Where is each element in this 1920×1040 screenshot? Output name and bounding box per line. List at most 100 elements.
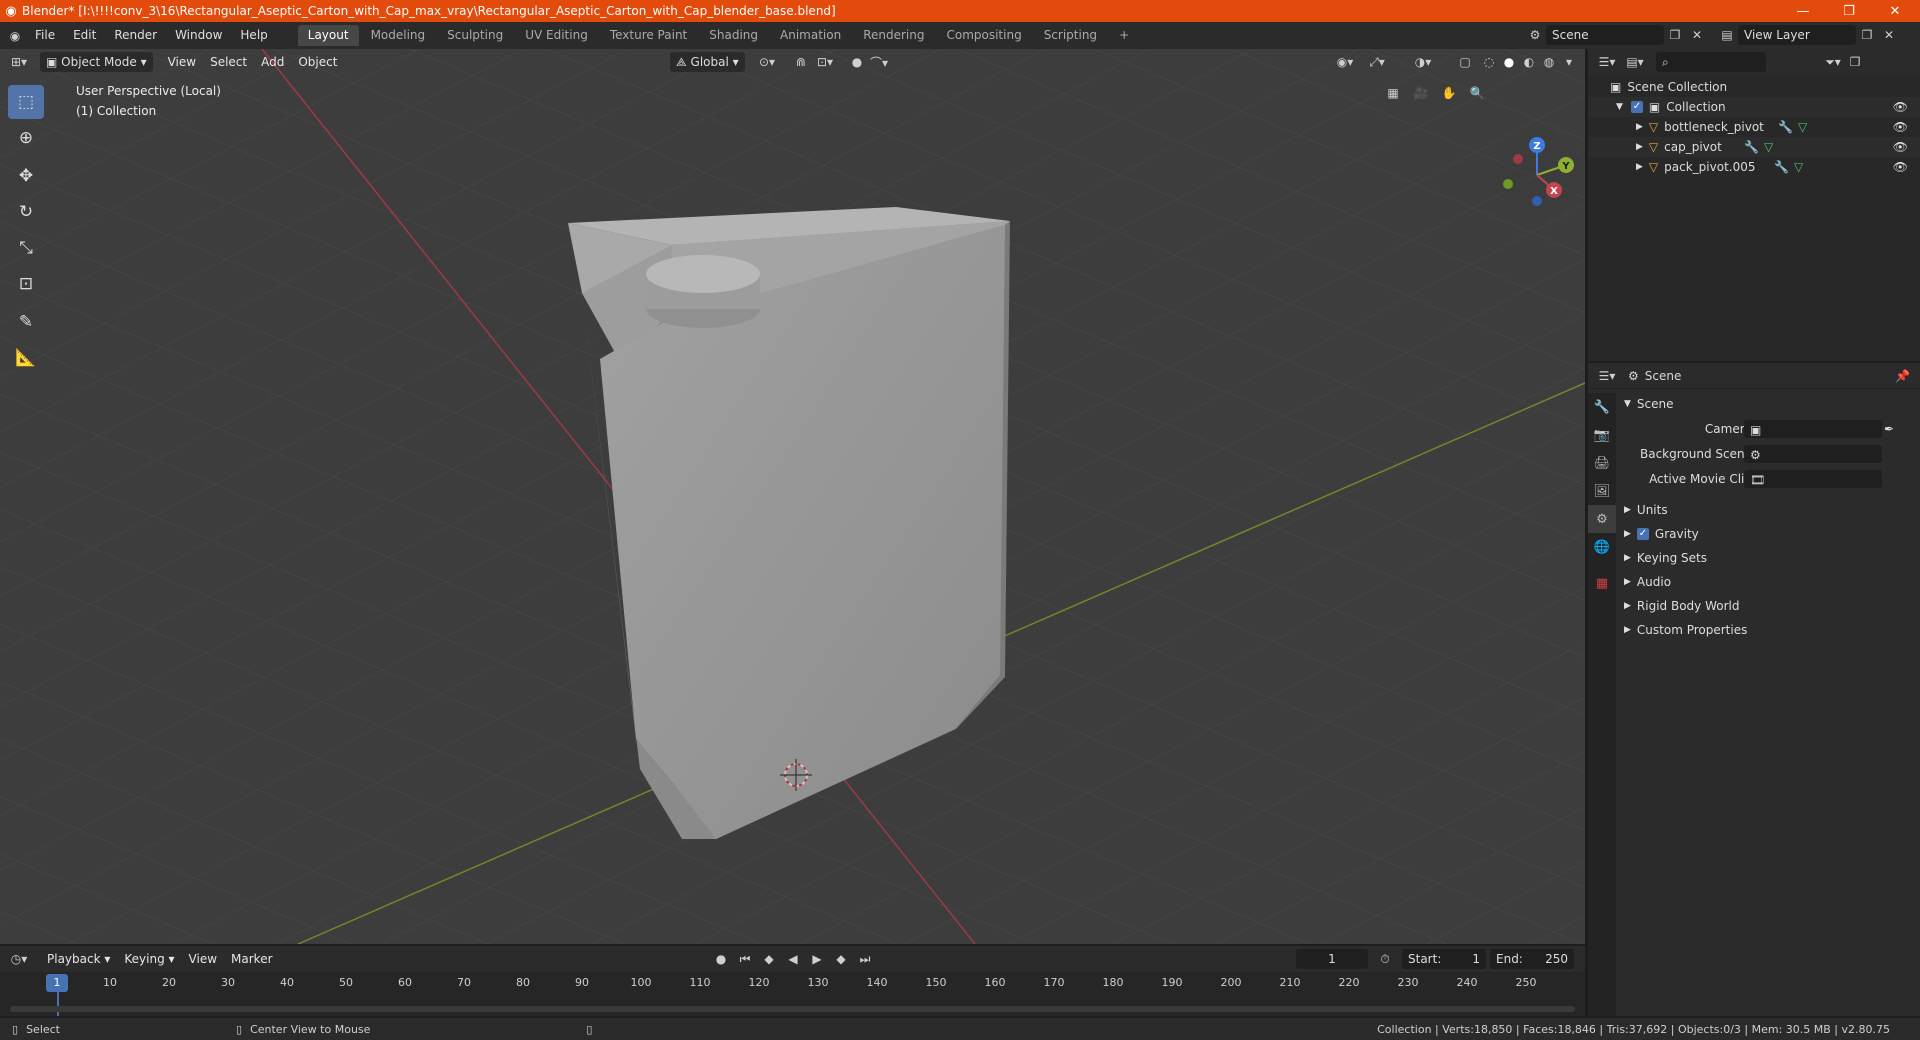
tab-texture-paint[interactable]: Texture Paint [600,25,697,46]
units-panel[interactable]: ▶ Units [1616,498,1920,522]
proportional-edit-icon[interactable]: ● [846,52,868,72]
gizmo-neg-y[interactable] [1503,179,1513,189]
viewport-menu-view[interactable]: View [161,55,203,69]
tab-shading[interactable]: Shading [699,25,768,46]
new-scene-icon[interactable]: ❐ [1664,25,1686,45]
measure-tool-icon[interactable]: 📐 [8,341,44,375]
minimize-button[interactable]: — [1780,0,1826,22]
menu-edit[interactable]: Edit [64,22,105,49]
cursor-tool-icon[interactable]: ⊕ [8,121,44,155]
mesh-data-icon[interactable]: ▽ [1794,160,1803,174]
tab-modeling[interactable]: Modeling [361,25,436,46]
material-shading-icon[interactable]: ◐ [1518,52,1540,72]
play-icon[interactable]: ▶ [806,949,828,969]
texture-tab-icon[interactable]: ▦ [1588,569,1616,597]
disclosure-closed-icon[interactable]: ▶ [1624,577,1631,587]
close-button[interactable]: ✕ [1872,0,1918,22]
overlays-icon[interactable]: ◑▾ [1412,52,1434,72]
prev-keyframe-icon[interactable]: ◆ [758,949,780,969]
modifier-wrench-icon[interactable]: 🔧 [1744,140,1759,154]
render-tab-icon[interactable]: 📷 [1588,421,1616,449]
eyedropper-icon[interactable]: ✒ [1884,422,1894,436]
gizmo-toggle-icon[interactable]: ⤢▾ [1366,52,1388,72]
background-scene-field[interactable]: ⚙ [1744,445,1882,463]
timeline-editor-icon[interactable]: ◷▾ [8,949,30,969]
end-frame-field[interactable]: End: 250 [1490,949,1574,969]
visibility-icon[interactable]: ◉▾ [1334,52,1356,72]
tab-animation[interactable]: Animation [770,25,851,46]
scene-panel-header[interactable]: ▼ Scene [1616,392,1920,416]
tool-tab-icon[interactable]: 🔧 [1588,393,1616,421]
camera-field[interactable]: ▣ [1744,420,1882,438]
transform-tool-icon[interactable]: ⊡ [8,267,44,301]
move-tool-icon[interactable]: ✥ [8,159,44,193]
current-frame-field[interactable]: 1 [1296,949,1368,969]
eye-icon[interactable]: 👁 [1893,160,1908,174]
zoom-icon[interactable]: 🔍 [1466,83,1488,103]
start-frame-field[interactable]: Start: 1 [1402,949,1486,969]
tab-uv-editing[interactable]: UV Editing [515,25,598,46]
audio-panel[interactable]: ▶ Audio [1616,570,1920,594]
world-tab-icon[interactable]: 🌐 [1588,533,1616,561]
tab-layout[interactable]: Layout [297,25,359,46]
viewport-menu-object[interactable]: Object [291,55,344,69]
filter-icon[interactable]: ⏷▾ [1822,52,1844,72]
disclosure-closed-icon[interactable]: ▶ [1636,162,1643,172]
outliner-editor-icon[interactable]: ☰▾ [1596,52,1618,72]
viewport-menu-add[interactable]: Add [254,55,291,69]
outliner-row-object[interactable]: ▶ ▽ bottleneck_pivot 🔧 ▽ 👁 [1588,117,1920,137]
display-mode-icon[interactable]: ▤▾ [1624,52,1646,72]
rigid-body-world-panel[interactable]: ▶ Rigid Body World [1616,594,1920,618]
outliner-row-object[interactable]: ▶ ▽ pack_pivot.005 🔧 ▽ 👁 [1588,157,1920,177]
grid-view-icon[interactable]: ▦ [1382,83,1404,103]
eye-icon[interactable]: 👁 [1893,120,1908,134]
record-icon[interactable]: ● [710,949,732,969]
stopwatch-icon[interactable]: ⏱ [1374,949,1396,969]
jump-end-icon[interactable]: ⏭ [854,949,876,969]
timeline-track[interactable]: 1 10 20 30 40 50 60 70 80 90 100 110 120… [0,972,1585,1016]
pin-icon[interactable]: 📌 [1895,369,1910,383]
gravity-panel[interactable]: ▶ ✓ Gravity [1616,522,1920,546]
gravity-checkbox[interactable]: ✓ [1636,528,1649,540]
rendered-shading-icon[interactable]: ◍ [1538,52,1560,72]
maximize-button[interactable]: ❐ [1826,0,1872,22]
view-layer-field[interactable]: View Layer [1738,25,1856,45]
menu-help[interactable]: Help [231,22,276,49]
timeline-menu-playback[interactable]: Playback ▾ [40,952,117,966]
outliner-row-object[interactable]: ▶ ▽ cap_pivot 🔧 ▽ 👁 [1588,137,1920,157]
menu-render[interactable]: Render [105,22,166,49]
menu-window[interactable]: Window [166,22,231,49]
delete-scene-icon[interactable]: ✕ [1686,25,1708,45]
snap-target-icon[interactable]: ⊡▾ [814,52,836,72]
navigation-gizmo[interactable]: Z Y X [1498,133,1582,217]
disclosure-closed-icon[interactable]: ▶ [1624,625,1631,635]
keying-sets-panel[interactable]: ▶ Keying Sets [1616,546,1920,570]
play-reverse-icon[interactable]: ◀ [782,949,804,969]
camera-view-icon[interactable]: 🎥 [1410,83,1432,103]
menu-file[interactable]: File [26,22,64,49]
viewport-menu-select[interactable]: Select [203,55,254,69]
exclude-checkbox[interactable]: ✓ [1630,101,1643,113]
tab-rendering[interactable]: Rendering [853,25,934,46]
pan-hand-icon[interactable]: ✋ [1438,83,1460,103]
gizmo-neg-x[interactable] [1513,154,1523,164]
modifier-wrench-icon[interactable]: 🔧 [1774,160,1789,174]
timeline-menu-keying[interactable]: Keying ▾ [117,952,181,966]
select-box-tool-icon[interactable]: ⬚ [8,85,44,119]
disclosure-open-icon[interactable]: ▼ [1616,102,1623,112]
shading-options-icon[interactable]: ▾ [1558,52,1580,72]
editor-type-icon[interactable]: ⊞▾ [8,52,30,72]
tab-scripting[interactable]: Scripting [1034,25,1107,46]
view-layer-icon[interactable]: ▤ [1716,25,1738,45]
mesh-data-icon[interactable]: ▽ [1764,140,1773,154]
outliner-row-collection[interactable]: ▼ ✓ ▣ Collection 👁 [1588,97,1920,117]
timeline-menu-view[interactable]: View [182,952,224,966]
disclosure-closed-icon[interactable]: ▶ [1636,142,1643,152]
disclosure-closed-icon[interactable]: ▶ [1624,601,1631,611]
add-workspace-button[interactable]: + [1109,25,1139,46]
blender-menu-icon[interactable]: ◉ [4,26,26,46]
wireframe-shading-icon[interactable]: ◌ [1478,52,1500,72]
scale-tool-icon[interactable]: ⤡ [8,231,44,265]
movie-clip-field[interactable]: 🎞 [1744,470,1882,488]
disclosure-closed-icon[interactable]: ▶ [1636,122,1643,132]
